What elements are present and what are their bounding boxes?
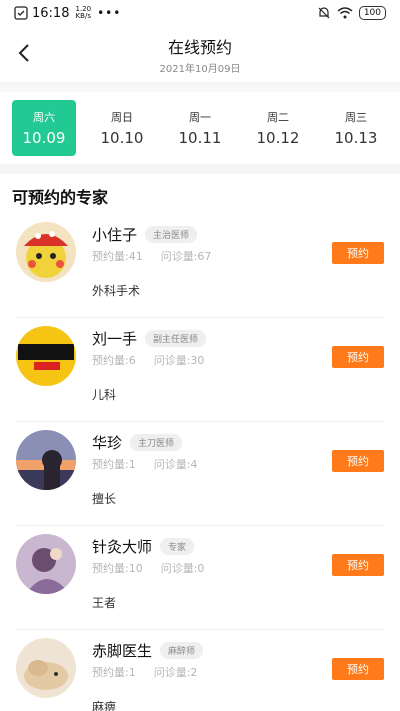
doctor-card[interactable]: 刘一手 副主任医师 预约量:6 问诊量:30 儿科 预约 xyxy=(16,318,384,422)
date-tab[interactable]: 周三 10.13 xyxy=(324,100,388,156)
booking-count: 预约量:6 xyxy=(92,354,136,367)
doctor-card[interactable]: 针灸大师 专家预约量:10 问诊量:0 王者 预约 xyxy=(16,526,384,630)
book-button[interactable]: 预约 xyxy=(332,242,384,264)
date-tab-weekday: 周一 xyxy=(189,111,211,124)
doctor-name-row: 赤脚医生 麻醉师 xyxy=(92,640,204,661)
page-title: 在线预约 xyxy=(167,37,232,57)
status-bar: 16:18 1.20 KB/s ••• 100 xyxy=(0,0,400,26)
doctor-stats: 预约量:1 问诊量:2 xyxy=(92,664,197,680)
more-notifications-icon: ••• xyxy=(97,6,122,20)
date-tab-weekday: 周日 xyxy=(111,111,133,124)
app-notification-icon xyxy=(14,6,28,20)
doctor-name: 华珍 xyxy=(92,434,123,452)
doctor-specialty: 外科手术 xyxy=(92,284,141,298)
date-tab[interactable]: 周一 10.11 xyxy=(168,100,232,156)
doctor-list: 小住子 主治医师 预约量:41 问诊量:67 外科手术 预约 刘一手 副主任医师 预约量:6 问诊… xyxy=(0,214,400,711)
doctor-name-row: 小住子 主治医师 xyxy=(92,224,198,245)
consult-count: 问诊量:4 xyxy=(153,458,198,471)
book-button[interactable]: 预约 xyxy=(332,450,384,472)
consult-count: 问诊量:67 xyxy=(160,250,212,263)
date-tab-date: 10.12 xyxy=(256,129,300,147)
doctor-stats: 预约量:41 问诊量:67 xyxy=(92,248,211,264)
mute-bell-icon xyxy=(318,7,330,19)
book-button[interactable]: 预约 xyxy=(332,554,384,576)
doctor-specialty: 擅长 xyxy=(92,492,117,506)
status-time: 16:18 xyxy=(32,5,70,21)
logo-avatar xyxy=(16,326,76,386)
booking-count: 预约量:1 xyxy=(92,666,136,679)
date-tab[interactable]: 周二 10.12 xyxy=(246,100,310,156)
date-tab[interactable]: 周六 10.09 xyxy=(12,100,76,156)
booking-count: 预约量:41 xyxy=(92,250,143,263)
doctor-name: 刘一手 xyxy=(92,330,138,348)
net-speed-unit: KB/s xyxy=(75,12,91,20)
doctor-card[interactable]: 华珍 主刀医师预约量:1 问诊量:4 擅长 预约 xyxy=(16,422,384,526)
doctor-stats: 预约量:10 问诊量:0 xyxy=(92,560,204,576)
doctor-title-badge: 副主任医师 xyxy=(145,330,207,347)
doctor-name-row: 华珍 主刀医师 xyxy=(92,432,183,453)
doctor-name: 赤脚医生 xyxy=(92,642,153,660)
doctor-stats: 预约量:6 问诊量:30 xyxy=(92,352,204,368)
doctor-title-badge: 主刀医师 xyxy=(130,434,183,451)
doctor-specialty: 儿科 xyxy=(92,388,117,402)
date-tab-weekday: 周三 xyxy=(345,111,367,124)
consult-count: 问诊量:30 xyxy=(153,354,205,367)
date-tab[interactable]: 周日 10.10 xyxy=(90,100,154,156)
status-left: 16:18 1.20 KB/s ••• xyxy=(14,6,121,21)
consult-count: 问诊量:2 xyxy=(153,666,198,679)
doctor-name-row: 针灸大师 专家 xyxy=(92,536,195,557)
net-speed: 1.20 KB/s xyxy=(75,6,91,20)
status-right: 100 xyxy=(317,6,386,20)
game-avatar xyxy=(16,534,76,594)
battery-level: 100 xyxy=(363,8,381,18)
date-tab-date: 10.09 xyxy=(22,129,66,147)
doctor-name: 针灸大师 xyxy=(92,538,153,556)
page-subtitle-date: 2021年10月09日 xyxy=(159,63,241,75)
doctor-specialty: 王者 xyxy=(92,596,117,610)
date-tab-date: 10.11 xyxy=(178,129,222,147)
booking-count: 预约量:10 xyxy=(92,562,143,575)
doctor-title-badge: 主治医师 xyxy=(145,226,198,243)
doctor-title-badge: 专家 xyxy=(160,538,195,555)
doctor-card[interactable]: 小住子 主治医师 预约量:41 问诊量:67 外科手术 预约 xyxy=(16,214,384,318)
book-button[interactable]: 预约 xyxy=(332,658,384,680)
pokemon-avatar xyxy=(16,222,76,282)
date-tabs: 周六 10.09 周日 10.10 周一 10.11 周二 10.12 周三 10.13 xyxy=(0,92,400,158)
wifi-icon xyxy=(337,7,353,19)
nav-header: 在线预约 2021年10月09日 xyxy=(0,26,400,82)
back-arrow-icon[interactable] xyxy=(14,42,36,64)
sunset-avatar xyxy=(16,430,76,490)
dog-avatar xyxy=(16,638,76,698)
date-tab-date: 10.10 xyxy=(100,129,144,147)
doctor-name-row: 刘一手 副主任医师 xyxy=(92,328,207,349)
book-button[interactable]: 预约 xyxy=(332,346,384,368)
section-title: 可预约的专家 xyxy=(12,188,109,207)
section-gap xyxy=(0,164,400,174)
doctor-title-badge: 麻醉师 xyxy=(160,642,204,659)
header-divider xyxy=(0,82,400,92)
doctor-name: 小住子 xyxy=(92,226,138,244)
battery-icon: 100 xyxy=(358,6,386,20)
doctor-specialty: 麻痹 xyxy=(92,700,117,711)
date-tab-date: 10.13 xyxy=(334,129,378,147)
doctor-stats: 预约量:1 问诊量:4 xyxy=(92,456,197,472)
doctor-card[interactable]: 赤脚医生 麻醉师预约量:1 问诊量:2 麻痹 预约 xyxy=(16,630,384,711)
date-tab-weekday: 周六 xyxy=(33,111,55,124)
consult-count: 问诊量:0 xyxy=(160,562,205,575)
booking-count: 预约量:1 xyxy=(92,458,136,471)
date-tab-weekday: 周二 xyxy=(267,111,289,124)
